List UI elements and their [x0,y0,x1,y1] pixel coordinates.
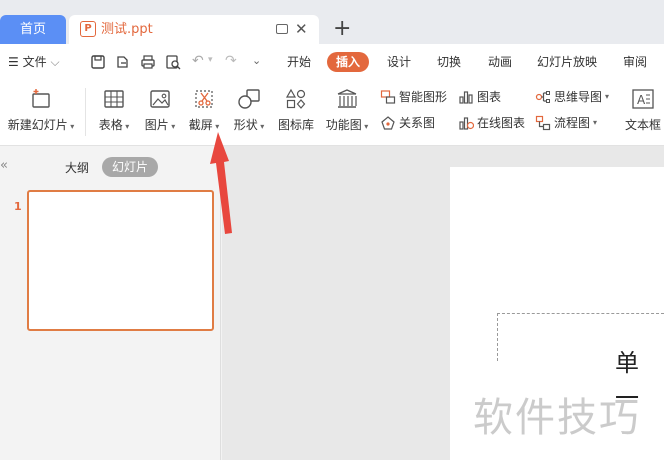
new-slide-label: 新建幻灯片 [7,118,68,132]
svg-text:A: A [637,93,646,107]
relation-chart-icon [381,115,395,130]
outline-view-tab[interactable]: 大纲 [65,159,89,176]
chart-label: 图表 [477,90,502,104]
screenshot-label: 截屏 [188,118,213,132]
chart-icon [459,90,473,104]
online-chart-label: 在线图表 [477,116,526,130]
slide-number: 1 [14,200,22,213]
redo-icon[interactable]: ↷ [225,53,241,69]
collapse-panel-icon[interactable]: « [0,158,8,173]
mind-map-button[interactable]: 思维导图 ▾ [535,88,609,105]
tab-insert[interactable]: 插入 [327,52,370,72]
ppt-file-icon: P [80,21,96,37]
screenshot-button[interactable]: 截屏 ▾ [186,88,222,133]
textbox-button[interactable]: A 文本框 [622,88,664,133]
picture-button[interactable]: 图片 ▾ [142,88,178,133]
mind-map-dropdown-icon: ▾ [605,92,610,101]
chart-button[interactable]: 图表 [458,88,501,105]
window-icon[interactable] [276,24,288,34]
function-chart-button[interactable]: 功能图 ▾ [324,88,370,133]
undo-dropdown-icon[interactable]: ▾ [208,55,224,71]
new-slide-icon [32,89,50,108]
picture-icon [150,90,170,108]
flowchart-icon [535,115,551,130]
menu-bar: ☰ 文件 ⌵ ↶ ▾ ↷ ⌄ 开始 插入 设计 切换 动画 幻灯片放映 审阅 [0,44,664,80]
new-tab-button[interactable]: + [333,16,351,42]
tab-start[interactable]: 开始 [287,44,311,80]
tab-slideshow[interactable]: 幻灯片放映 [537,44,597,80]
icon-library-label: 图标库 [277,118,314,132]
textbox-icon: A [632,89,654,109]
smart-graphic-icon [380,89,396,104]
textbox-label: 文本框 [624,118,661,132]
smart-graphic-label: 智能图形 [399,90,448,104]
online-chart-button[interactable]: 在线图表 [458,114,525,131]
customize-toolbar-icon[interactable]: ⌄ [252,54,268,70]
print-preview-icon[interactable] [165,54,181,70]
watermark: 软件技巧 [473,395,641,441]
shape-icon [238,89,260,109]
table-button[interactable]: 表格 ▾ [96,88,132,133]
ribbon-divider [85,88,86,136]
relation-chart-button[interactable]: 关系图 [380,114,435,131]
icon-library-icon [285,88,306,109]
icon-library-button[interactable]: 图标库 [276,88,316,133]
close-tab-icon[interactable]: ✕ [295,15,311,44]
chevron-down-icon: ⌵ [50,55,60,69]
hamburger-icon: ☰ [8,55,19,69]
relation-chart-label: 关系图 [399,116,436,130]
new-slide-button[interactable]: 新建幻灯片 ▾ [6,88,76,133]
tab-review[interactable]: 审阅 [623,44,647,80]
tab-design[interactable]: 设计 [387,44,411,80]
picture-label: 图片 [144,118,169,132]
export-icon[interactable] [115,54,131,70]
save-icon[interactable] [90,54,106,70]
table-icon [104,90,124,108]
flowchart-dropdown-icon: ▾ [593,118,598,127]
mind-map-label: 思维导图 [554,90,603,104]
tab-transition[interactable]: 切换 [437,44,461,80]
slide-panel: « 大纲 幻灯片 1 [0,146,221,460]
tab-animation[interactable]: 动画 [488,44,512,80]
screenshot-icon [195,90,213,108]
print-icon[interactable] [140,54,156,70]
function-chart-label: 功能图 [325,118,362,132]
flowchart-label: 流程图 [554,116,591,130]
undo-icon[interactable]: ↶ [192,53,208,69]
table-label: 表格 [98,118,123,132]
ribbon-insert: 新建幻灯片 ▾ 表格 ▾ 图片 ▾ 截屏 ▾ 形状 ▾ 图标库 功能图 ▾ 智能… [0,80,664,146]
tab-bar: 首页 P 测试.ppt ✕ + [0,0,664,44]
slides-view-tab[interactable]: 幻灯片 [102,157,159,177]
tab-document[interactable]: P 测试.ppt ✕ [69,15,319,44]
flowchart-button[interactable]: 流程图 ▾ [535,114,597,131]
shape-button[interactable]: 形状 ▾ [231,88,267,133]
file-menu-label: 文件 [22,55,47,69]
online-chart-icon [459,116,474,130]
tab-home[interactable]: 首页 [0,15,66,44]
slide-thumbnail[interactable] [27,190,214,331]
smart-graphic-button[interactable]: 智能图形 [380,88,447,105]
function-chart-icon [337,89,357,108]
file-menu[interactable]: ☰ 文件 ⌵ [8,44,60,80]
mind-map-icon [535,90,550,103]
document-name: 测试.ppt [101,22,153,37]
shape-label: 形状 [233,118,258,132]
